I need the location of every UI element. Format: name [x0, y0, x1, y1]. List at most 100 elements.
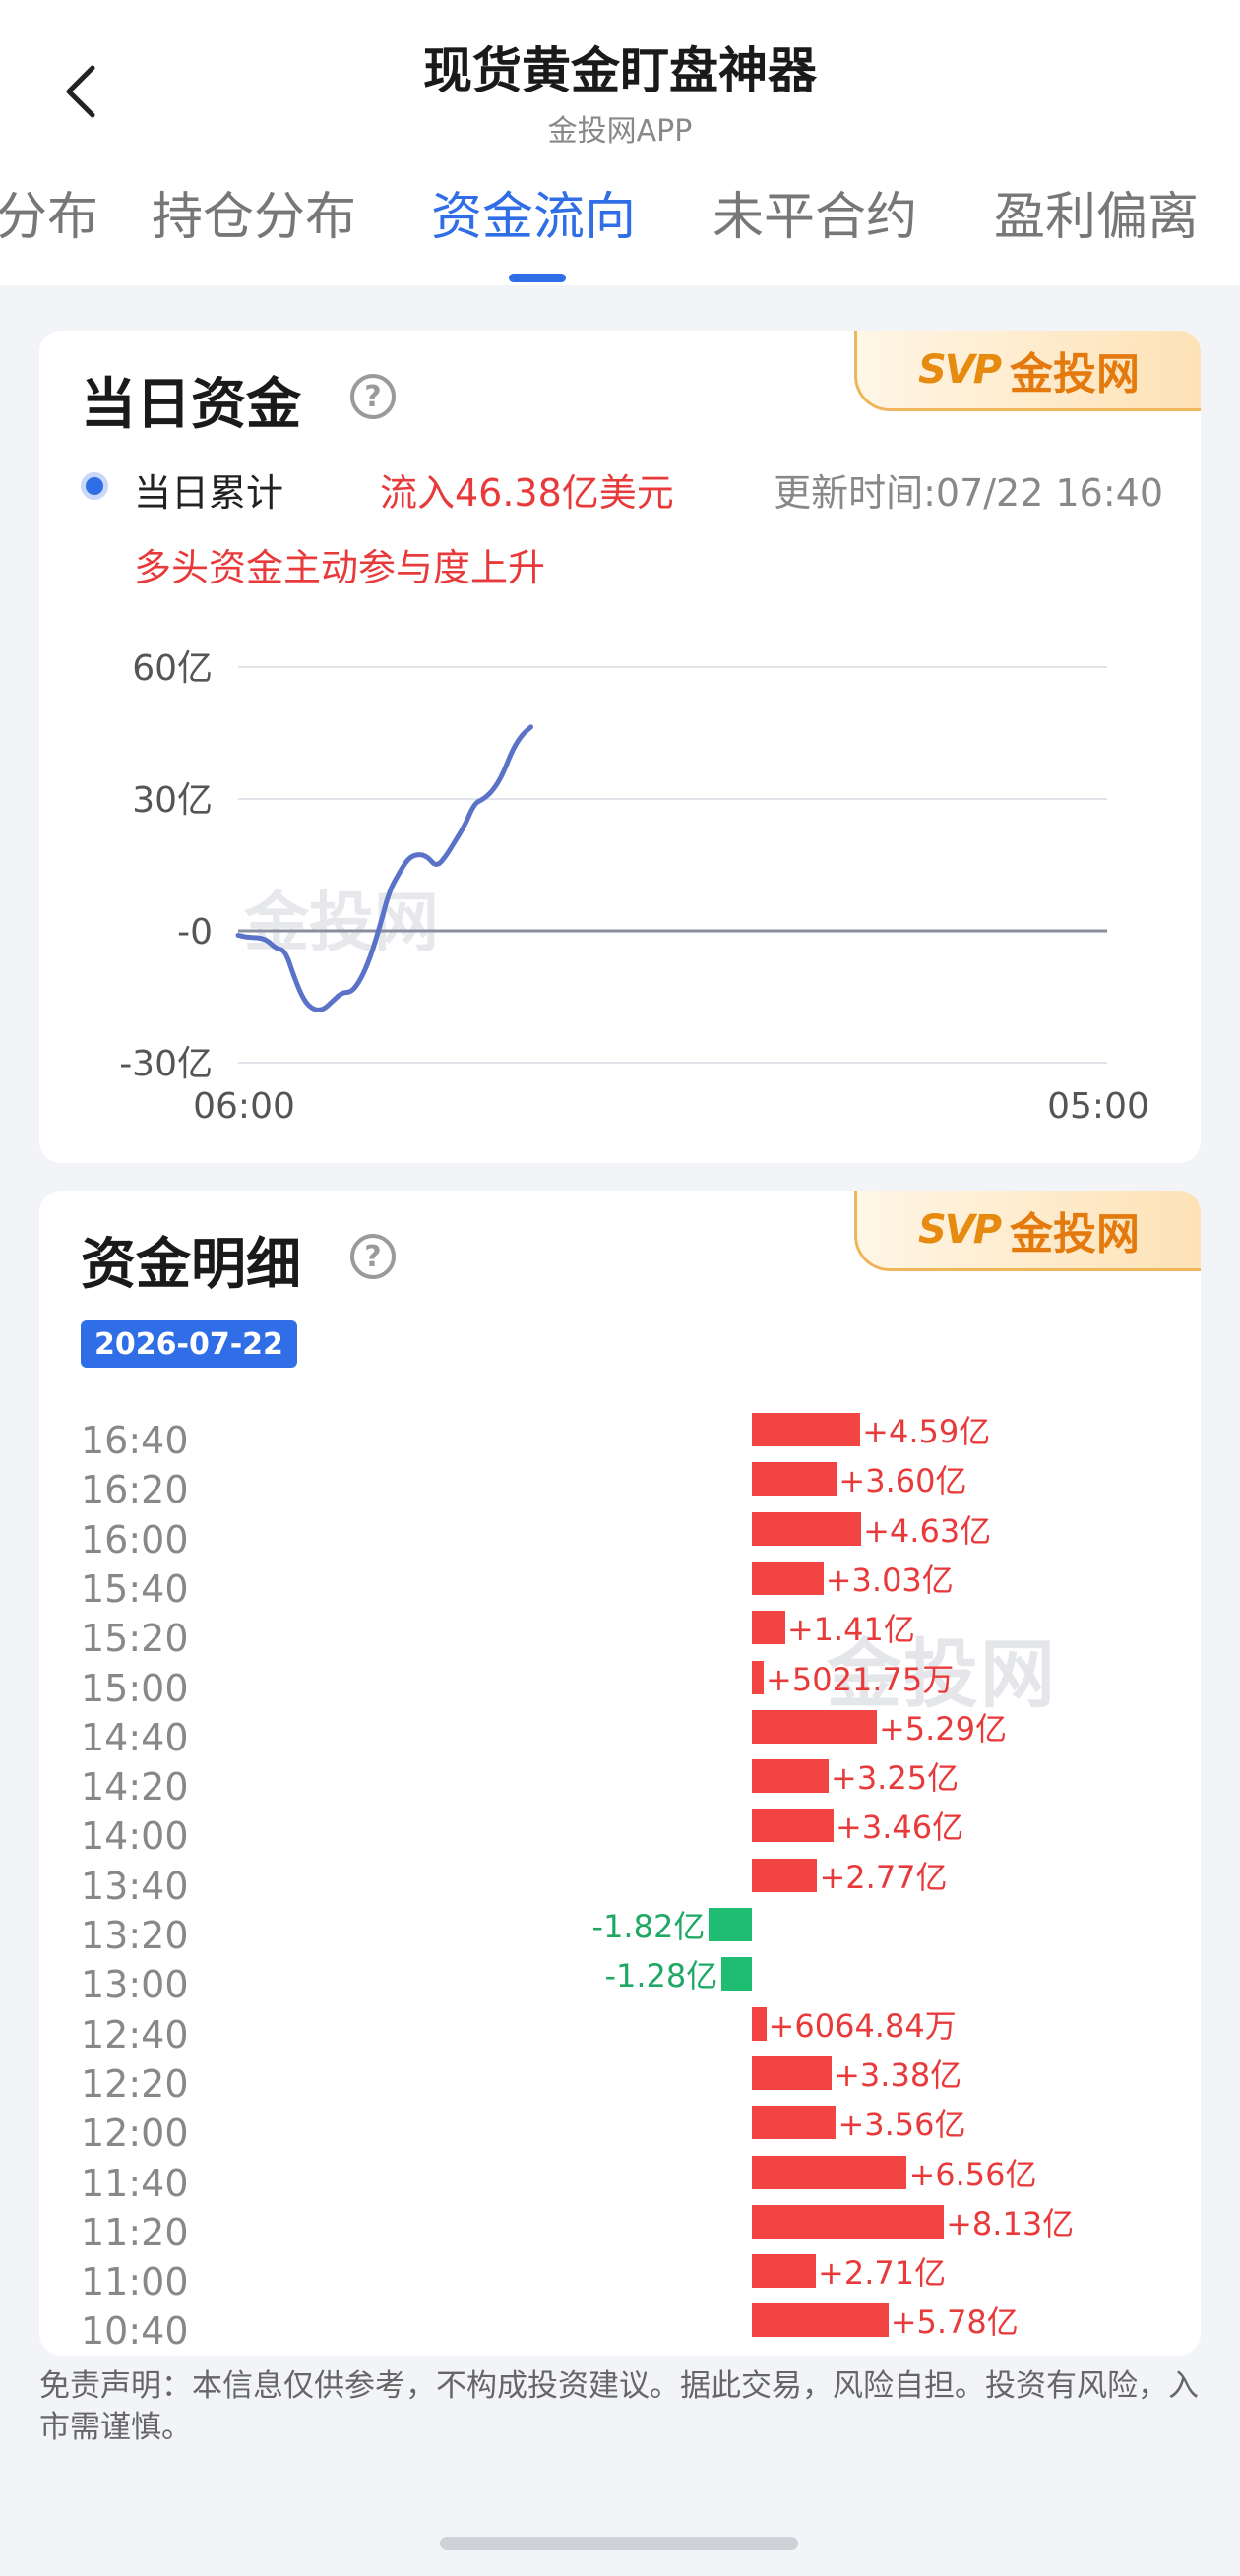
detail-row: 11:00 +2.71亿: [39, 2254, 1201, 2303]
bar-value-label: -1.28亿: [604, 1957, 718, 1995]
brand-badge: SVP 金投网: [854, 1191, 1201, 1271]
inflow-bar: [752, 1759, 829, 1794]
detail-row: 10:40 +5.78亿: [39, 2303, 1201, 2353]
inflow-bar: [752, 2303, 889, 2338]
detail-time: 11:40: [81, 2161, 189, 2205]
detail-row: 16:40 +4.59亿: [39, 1413, 1201, 1462]
bar-value-label: +3.60亿: [838, 1462, 967, 1501]
tab-profit-deviation[interactable]: 盈利偏离: [994, 175, 1199, 249]
help-icon[interactable]: ?: [350, 374, 396, 419]
tab-distribution[interactable]: 分布: [0, 175, 98, 249]
update-time: 更新时间:07/22 16:40: [774, 471, 1163, 515]
inflow-bar: [752, 2055, 833, 2090]
svip-logo-icon: SVP: [917, 346, 1002, 393]
y-tick-label: -0: [177, 912, 213, 952]
bar-value-label: +4.59亿: [862, 1413, 991, 1450]
daily-fund-card: SVP 金投网 当日资金 ? 当日累计 流入46.38亿美元 更新时间:07/2…: [39, 331, 1201, 1163]
detail-time: 11:20: [81, 2210, 189, 2254]
detail-time: 16:40: [81, 1419, 189, 1462]
inflow-bar: [752, 1809, 835, 1843]
bar-value-label: +6.56亿: [908, 2155, 1037, 2193]
daily-fund-title: 当日资金: [81, 373, 301, 437]
date-badge[interactable]: 2026-07-22: [81, 1320, 297, 1368]
brand-badge-text: 金投网: [1010, 348, 1141, 399]
svip-logo-icon: SVP: [917, 1206, 1002, 1253]
bar-value-label: +2.71亿: [818, 2254, 947, 2293]
inflow-bar: [752, 2006, 767, 2041]
watermark-logo-icon: 金投网: [243, 885, 439, 960]
inflow-bar: [752, 1462, 837, 1497]
fund-detail-title: 资金明细: [81, 1233, 301, 1297]
inflow-bar: [752, 2155, 907, 2189]
bar-value-label: +5.29亿: [878, 1709, 1008, 1748]
detail-time: 14:40: [81, 1715, 189, 1759]
inflow-bar: [752, 1858, 818, 1892]
detail-time: 16:20: [81, 1468, 189, 1512]
bar-value-label: +3.46亿: [836, 1809, 964, 1847]
detail-time: 13:40: [81, 1864, 189, 1908]
tab-position-distribution[interactable]: 持仓分布: [152, 175, 356, 249]
bar-value-label: +3.25亿: [831, 1759, 960, 1798]
y-tick-label: 60亿: [132, 648, 213, 689]
detail-row: 13:40 +2.77亿: [39, 1858, 1201, 1908]
trend-text: 多头资金主动参与度上升: [134, 546, 546, 589]
detail-row: 14:20 +3.25亿: [39, 1759, 1201, 1809]
detail-row: 13:00 -1.28亿: [39, 1957, 1201, 2006]
y-tick-label: 30亿: [132, 780, 213, 821]
detail-time: 16:00: [81, 1517, 189, 1562]
disclaimer-text: 免责声明：本信息仅供参考，不构成投资建议。据此交易，风险自担。投资有风险，入市需…: [39, 2368, 1199, 2445]
help-icon[interactable]: ?: [350, 1234, 396, 1279]
inflow-bar: [752, 1611, 785, 1645]
bar-value-label: +5021.75万: [766, 1660, 955, 1698]
inflow-bar: [752, 2204, 945, 2239]
detail-time: 15:20: [81, 1617, 189, 1661]
bar-value-label: +3.38亿: [834, 2055, 962, 2094]
tab-bar: 分布 持仓分布 资金流向 未平合约 盈利偏离: [0, 175, 1240, 274]
detail-time: 10:40: [81, 2309, 189, 2354]
detail-time: 13:00: [81, 1963, 189, 2007]
x-tick-label: 06:00: [193, 1086, 295, 1127]
detail-time: 15:00: [81, 1666, 189, 1710]
detail-row: 15:20 +1.41亿: [39, 1611, 1201, 1660]
inflow-bar: [752, 1413, 861, 1446]
page-subtitle: 金投网APP: [547, 114, 693, 149]
detail-row: 14:00 +3.46亿: [39, 1809, 1201, 1858]
detail-row: 13:20 -1.82亿: [39, 1908, 1201, 1957]
detail-row: 14:40 +5.29亿: [39, 1709, 1201, 1759]
tab-fund-flow[interactable]: 资金流向: [431, 175, 636, 249]
inflow-bar: [752, 1709, 877, 1744]
detail-row: 15:00 +5021.75万: [39, 1660, 1201, 1710]
detail-time: 14:00: [81, 1814, 189, 1859]
outflow-bar: [709, 1908, 752, 1941]
inflow-bar: [752, 2106, 837, 2140]
page-title: 现货黄金盯盘神器: [423, 42, 817, 99]
detail-time: 12:00: [81, 2112, 189, 2156]
detail-row: 11:20 +8.13亿: [39, 2204, 1201, 2254]
bar-value-label: +3.03亿: [825, 1561, 954, 1599]
brand-badge: SVP 金投网: [854, 331, 1201, 411]
detail-row: 11:40 +6.56亿: [39, 2155, 1201, 2205]
detail-time: 12:40: [81, 2012, 189, 2056]
app-header: 现货黄金盯盘神器 金投网APP 分布 持仓分布 资金流向 未平合约 盈利偏离: [0, 0, 1240, 285]
detail-row: 12:00 +3.56亿: [39, 2106, 1201, 2155]
bar-value-label: -1.82亿: [591, 1908, 706, 1945]
legend-label: 当日累计: [134, 471, 284, 515]
tab-open-contracts[interactable]: 未平合约: [713, 175, 917, 249]
detail-row: 16:20 +3.60亿: [39, 1462, 1201, 1511]
bar-value-label: +5.78亿: [890, 2303, 1019, 2342]
inflow-bar: [752, 1660, 765, 1694]
detail-row: 12:20 +3.38亿: [39, 2055, 1201, 2106]
home-indicator[interactable]: [440, 2537, 798, 2550]
x-tick-label: 05:00: [1047, 1086, 1149, 1127]
active-tab-indicator: [509, 274, 566, 282]
bar-value-label: +3.56亿: [837, 2106, 966, 2144]
inflow-bar: [752, 2254, 817, 2289]
bar-value-label: +6064.84万: [768, 2006, 957, 2045]
detail-row: 16:00 +4.63亿: [39, 1511, 1201, 1562]
bar-value-label: +8.13亿: [946, 2204, 1075, 2242]
inflow-bar: [752, 1561, 824, 1595]
bar-value-label: +2.77亿: [819, 1858, 948, 1896]
detail-time: 15:40: [81, 1566, 189, 1611]
inflow-bar: [752, 1511, 862, 1546]
detail-time: 13:20: [81, 1914, 189, 1957]
